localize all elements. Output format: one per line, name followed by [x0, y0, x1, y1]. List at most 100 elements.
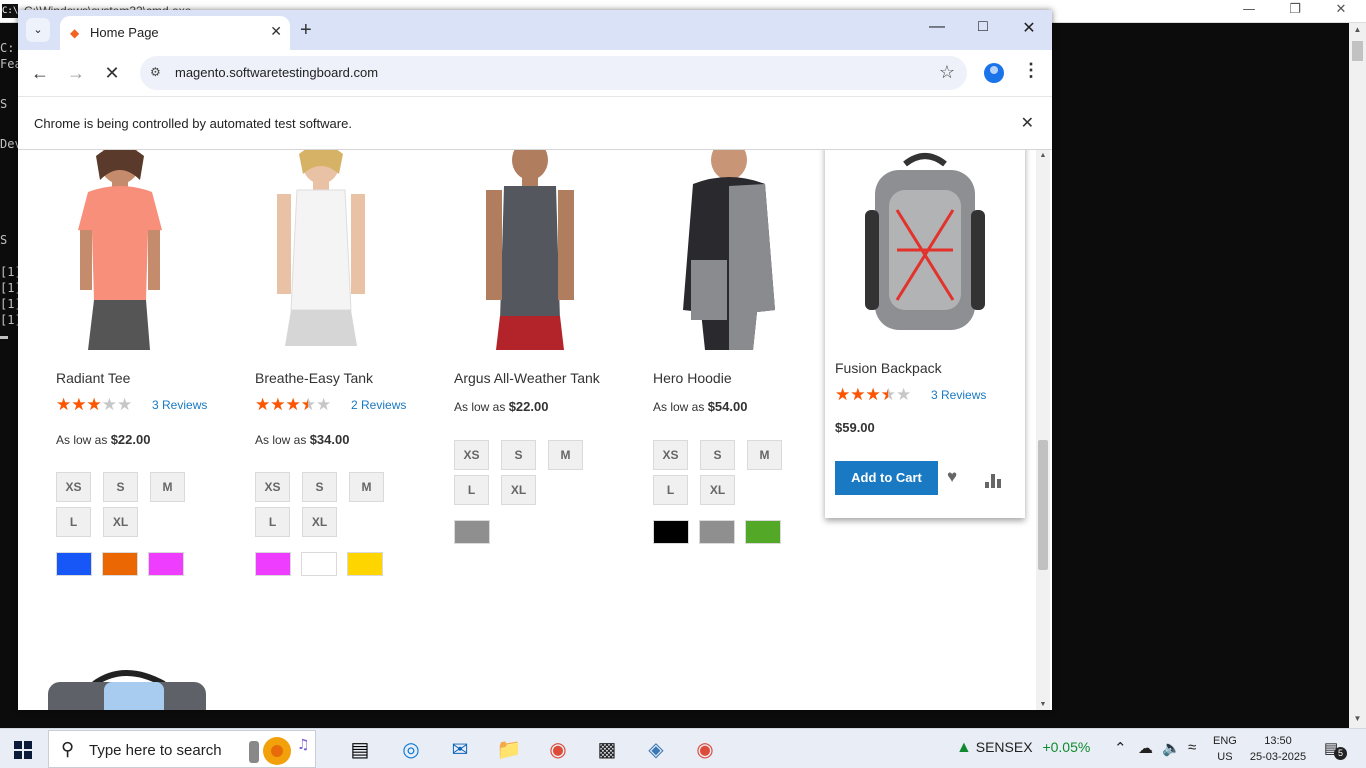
search-placeholder[interactable]: Type here to search: [89, 742, 222, 759]
console-minimize-button[interactable]: —: [1226, 2, 1272, 20]
tab-search-button[interactable]: ⌄: [26, 18, 50, 42]
page-scroll-thumb[interactable]: [1038, 440, 1048, 570]
size-option-xs[interactable]: XS: [56, 472, 91, 502]
address-bar[interactable]: ⚙ magento.softwaretestingboard.com ☆: [140, 56, 967, 90]
size-option-xs[interactable]: XS: [653, 440, 688, 470]
maximize-button[interactable]: □: [960, 18, 1006, 36]
scroll-down-icon[interactable]: ▼: [1349, 714, 1366, 728]
scroll-up-icon[interactable]: ▲: [1349, 25, 1366, 39]
minimize-button[interactable]: —: [914, 18, 960, 36]
rating-stars: ★★★★★★★★★★: [56, 395, 133, 414]
profile-avatar[interactable]: [984, 63, 1004, 83]
wifi-icon[interactable]: ≈: [1188, 739, 1196, 756]
taskbar-search-box[interactable]: ⚲ Type here to search ♫: [48, 730, 316, 768]
file-explorer-icon[interactable]: 📁: [494, 735, 524, 765]
language-indicator[interactable]: ENG US: [1213, 733, 1237, 765]
size-option-m[interactable]: M: [548, 440, 583, 470]
infobar-close-icon[interactable]: ✕: [1021, 113, 1034, 133]
site-info-icon[interactable]: ⚙: [150, 65, 164, 81]
product-price: As low as $34.00: [255, 432, 349, 447]
back-button[interactable]: ←: [28, 62, 52, 84]
size-option-l[interactable]: L: [454, 475, 489, 505]
product-name[interactable]: Breathe-Easy Tank: [255, 370, 373, 386]
size-option-s[interactable]: S: [302, 472, 337, 502]
volume-icon[interactable]: 🔈: [1162, 739, 1181, 757]
size-option-l[interactable]: L: [56, 507, 91, 537]
product-name[interactable]: Hero Hoodie: [653, 370, 732, 386]
windows-start-icon[interactable]: [14, 741, 32, 759]
size-option-s[interactable]: S: [700, 440, 735, 470]
product-image-hero-hoodie[interactable]: [633, 150, 813, 350]
product-image-messenger-bag[interactable]: [44, 666, 210, 710]
new-tab-button[interactable]: +: [300, 18, 312, 42]
size-option-m[interactable]: M: [349, 472, 384, 502]
tab-close-icon[interactable]: ✕: [270, 23, 282, 40]
notification-center-icon[interactable]: ▤ 5: [1324, 739, 1347, 760]
color-swatch[interactable]: [454, 520, 490, 544]
product-rating: ★★★★★★★★★★ 2 Reviews: [255, 396, 406, 414]
edge-browser-icon[interactable]: ◎: [396, 735, 426, 765]
product-name[interactable]: Argus All-Weather Tank: [454, 370, 600, 386]
chrome-profile-icon[interactable]: ◉: [543, 735, 573, 765]
sensex-widget[interactable]: ▲ SENSEX +0.05%: [956, 739, 1090, 757]
size-option-m[interactable]: M: [747, 440, 782, 470]
product-image-breathe-easy-tank[interactable]: [235, 150, 415, 350]
command-prompt-icon[interactable]: ▩: [592, 735, 622, 765]
python-icon[interactable]: ◈: [641, 735, 671, 765]
chevron-up-icon[interactable]: ⌃: [1114, 739, 1127, 757]
bookmark-star-icon[interactable]: ☆: [939, 62, 955, 83]
task-view-icon[interactable]: ▤: [345, 735, 375, 765]
size-option-xs[interactable]: XS: [454, 440, 489, 470]
size-option-m[interactable]: M: [150, 472, 185, 502]
size-option-xl[interactable]: XL: [700, 475, 735, 505]
wishlist-heart-icon[interactable]: ♥: [947, 467, 957, 487]
color-swatch[interactable]: [102, 552, 138, 576]
product-name[interactable]: Fusion Backpack: [835, 360, 942, 376]
color-swatch[interactable]: [56, 552, 92, 576]
scroll-down-icon[interactable]: ▼: [1036, 701, 1050, 708]
outlook-icon[interactable]: ✉: [445, 735, 475, 765]
reviews-link[interactable]: 2 Reviews: [351, 398, 406, 412]
product-name[interactable]: Radiant Tee: [56, 370, 130, 386]
size-option-xl[interactable]: XL: [302, 507, 337, 537]
clock[interactable]: 13:50 25-03-2025: [1248, 733, 1308, 765]
chrome-icon[interactable]: ◉: [690, 735, 720, 765]
console-scrollbar[interactable]: ▲ ▼: [1349, 23, 1366, 728]
color-swatch[interactable]: [347, 552, 383, 576]
price-value: $34.00: [309, 432, 350, 447]
tab-home-page[interactable]: ◆ Home Page ✕: [60, 16, 290, 50]
size-option-l[interactable]: L: [653, 475, 688, 505]
console-restore-button[interactable]: ❐: [1272, 2, 1318, 20]
product-image-radiant-tee[interactable]: [36, 150, 216, 350]
reviews-link[interactable]: 3 Reviews: [931, 388, 986, 402]
rating-stars: ★★★★★★★★★★: [835, 385, 912, 404]
size-option-xl[interactable]: XL: [501, 475, 536, 505]
color-swatch[interactable]: [301, 552, 337, 576]
size-option-s[interactable]: S: [103, 472, 138, 502]
url-text[interactable]: magento.softwaretestingboard.com: [175, 65, 378, 80]
stop-loading-button[interactable]: ✕: [100, 62, 124, 84]
size-option-l[interactable]: L: [255, 507, 290, 537]
color-swatch[interactable]: [148, 552, 184, 576]
product-price: As low as $54.00: [653, 399, 747, 414]
reviews-link[interactable]: 3 Reviews: [152, 398, 207, 412]
scroll-up-icon[interactable]: ▲: [1036, 152, 1050, 159]
compare-icon[interactable]: [985, 474, 1001, 488]
menu-kebab-icon[interactable]: ⋮: [1022, 60, 1040, 81]
network-icon[interactable]: ☁: [1138, 739, 1153, 757]
color-swatch[interactable]: [255, 552, 291, 576]
forward-button[interactable]: →: [64, 62, 88, 84]
console-scroll-thumb[interactable]: [1352, 41, 1363, 61]
add-to-cart-button[interactable]: Add to Cart: [835, 461, 938, 495]
size-option-xl[interactable]: XL: [103, 507, 138, 537]
page-scrollbar[interactable]: ▲ ▼: [1036, 150, 1050, 710]
size-option-xs[interactable]: XS: [255, 472, 290, 502]
size-option-s[interactable]: S: [501, 440, 536, 470]
console-close-button[interactable]: ✕: [1318, 2, 1364, 20]
product-image-fusion-backpack[interactable]: [845, 150, 1005, 340]
close-window-button[interactable]: ✕: [1006, 18, 1052, 38]
color-swatch[interactable]: [699, 520, 735, 544]
color-swatch[interactable]: [653, 520, 689, 544]
color-swatch[interactable]: [745, 520, 781, 544]
product-image-argus-all-weather-tank[interactable]: [434, 150, 614, 350]
